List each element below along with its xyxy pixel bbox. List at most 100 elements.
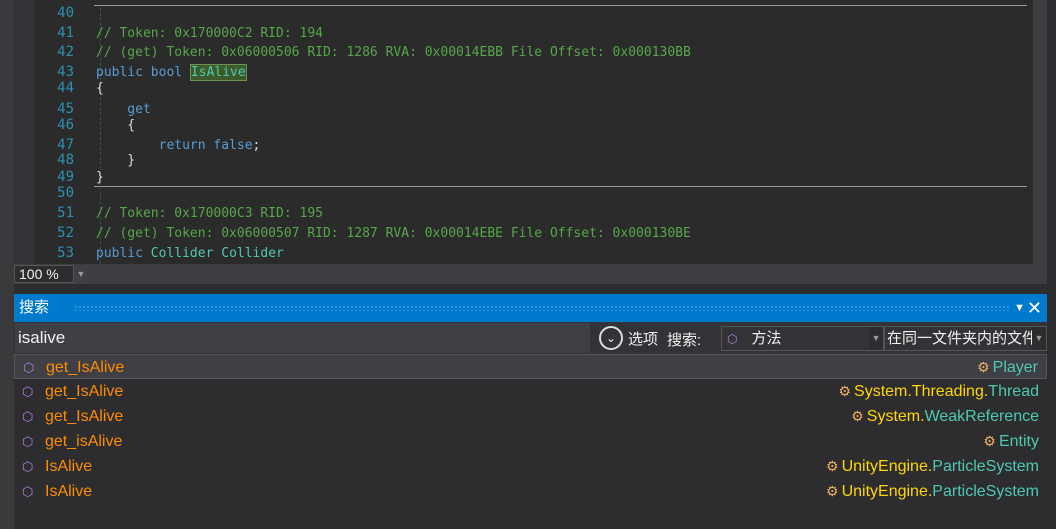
result-row[interactable]: ⬡ get_IsAlive ⚙ System.Threading.Thread	[14, 379, 1047, 404]
code-line: get	[96, 102, 151, 117]
result-row[interactable]: ⬡ IsAlive ⚙ UnityEngine.ParticleSystem	[14, 479, 1047, 504]
line-number: 41	[57, 25, 74, 41]
code-token: ;	[252, 138, 261, 153]
code-line: // Token: 0x170000C3 RID: 195	[96, 206, 323, 221]
search-scope-select[interactable]: 在同一文件夹内的文件 ▼	[884, 326, 1047, 351]
method-icon: ⬡	[22, 459, 34, 474]
code-token: // (get) Token: 0x06000506 RID: 1286 RVA…	[96, 45, 691, 60]
result-name: IsAlive	[45, 483, 93, 500]
class-icon: ⚙	[983, 433, 996, 449]
code-view[interactable]: 40 41 // Token: 0x170000C2 RID: 194 42 // (g…	[34, 0, 1047, 264]
result-namespace: UnityEngine.	[841, 483, 933, 500]
result-type: Entity	[998, 433, 1039, 450]
code-token: get	[96, 102, 151, 117]
code-token: // (get) Token: 0x06000507 RID: 1287 RVA…	[96, 226, 691, 241]
panel-menu-icon[interactable]: ▼	[1014, 294, 1025, 322]
line-number: 50	[57, 185, 74, 201]
result-type: Player	[992, 359, 1038, 376]
title-grip	[74, 305, 1009, 311]
code-line: {	[96, 118, 135, 133]
code-line: return false;	[96, 138, 261, 153]
result-name: get_isAlive	[45, 433, 123, 450]
code-token: }	[96, 153, 136, 168]
code-line: {	[96, 81, 104, 96]
method-icon: ⬡	[22, 409, 34, 424]
result-location: ⚙ Player	[977, 355, 1038, 380]
result-name: get_IsAlive	[45, 383, 124, 400]
result-location: ⚙ UnityEngine.ParticleSystem	[826, 479, 1039, 504]
method-icon: ⬡	[22, 434, 34, 449]
line-number: 45	[57, 101, 74, 117]
line-number: 51	[57, 205, 74, 221]
line-number: 52	[57, 225, 74, 241]
code-line: // (get) Token: 0x06000506 RID: 1286 RVA…	[96, 45, 691, 60]
code-token: }	[96, 170, 104, 185]
result-type: ParticleSystem	[932, 483, 1039, 500]
chevron-down-icon: ▼	[1032, 327, 1046, 350]
code-line: // (get) Token: 0x06000507 RID: 1287 RVA…	[96, 226, 691, 241]
chevron-down-icon: ⌄	[599, 326, 623, 350]
line-number: 46	[57, 117, 74, 133]
search-panel-title: 搜索 ▼ ✕	[14, 294, 1047, 322]
result-location: ⚙ UnityEngine.ParticleSystem	[826, 454, 1039, 479]
result-location: ⚙ System.Threading.Thread	[838, 379, 1039, 404]
line-number: 47	[57, 137, 74, 153]
line-number: 48	[57, 152, 74, 168]
line-number: 40	[57, 5, 74, 21]
code-token: {	[96, 81, 104, 96]
result-row[interactable]: ⬡ get_isAlive ⚙ Entity	[14, 429, 1047, 454]
result-row[interactable]: ⬡ IsAlive ⚙ UnityEngine.ParticleSystem	[14, 454, 1047, 479]
method-icon: ⬡	[22, 484, 34, 499]
result-location: ⚙ System.WeakReference	[851, 404, 1039, 429]
chevron-down-icon: ▼	[869, 327, 883, 350]
code-token: public bool	[96, 65, 190, 80]
line-number: 43	[57, 64, 74, 80]
method-icon: ⬡	[727, 332, 738, 346]
result-row[interactable]: ⬡ get_IsAlive ⚙ System.WeakReference	[14, 404, 1047, 429]
result-namespace: System.Threading.	[854, 383, 989, 400]
separator	[94, 5, 1027, 6]
result-name: get_IsAlive	[46, 359, 125, 376]
options-label: 选项	[628, 330, 659, 348]
method-icon: ⬡	[22, 384, 34, 399]
highlighted-identifier: IsAlive	[189, 64, 247, 81]
code-token: Collider Collider	[150, 246, 284, 261]
code-line: // Token: 0x170000C2 RID: 194	[96, 26, 323, 41]
code-line: }	[96, 153, 135, 168]
line-number: 42	[57, 44, 74, 60]
zoom-bar: 100 % ▼	[14, 264, 1047, 284]
line-number: 44	[57, 80, 74, 96]
options-button[interactable]: ⌄ 选项	[599, 326, 658, 350]
code-token: return false	[96, 138, 253, 153]
result-name: get_IsAlive	[45, 408, 124, 425]
line-number: 53	[57, 245, 74, 261]
code-token: public	[96, 246, 151, 261]
search-type-label: 搜索:	[667, 332, 702, 349]
close-icon[interactable]: ✕	[1027, 294, 1042, 322]
code-token: // Token: 0x170000C2 RID: 194	[96, 26, 323, 41]
class-icon: ⚙	[826, 458, 839, 474]
class-icon: ⚙	[826, 483, 839, 499]
search-kind-value: 方法	[751, 330, 782, 347]
result-type: WeakReference	[924, 408, 1039, 425]
class-icon: ⚙	[977, 359, 990, 375]
line-number: 49	[57, 169, 74, 185]
search-panel: 搜索 ▼ ✕ isalive ⌄ 选项 搜索: ⬡ 方法 ▼ 在同一文件夹内的文件…	[14, 294, 1047, 529]
search-kind-select[interactable]: ⬡ 方法 ▼	[721, 326, 884, 351]
result-type: Thread	[988, 383, 1039, 400]
result-row[interactable]: ⬡ get_IsAlive ⚙ Player	[14, 354, 1047, 379]
results-list: ⬡ get_IsAlive ⚙ Player ⬡ get_IsAlive ⚙ Syst…	[14, 354, 1047, 504]
result-location: ⚙ Entity	[983, 429, 1039, 454]
class-icon: ⚙	[838, 383, 852, 399]
search-input[interactable]: isalive	[14, 322, 591, 354]
code-line: public Collider Collider	[96, 246, 284, 261]
result-type: ParticleSystem	[932, 458, 1039, 475]
zoom-dropdown-icon[interactable]: ▼	[74, 265, 88, 283]
code-line: public bool IsAlive	[96, 64, 247, 81]
code-line: }	[96, 170, 104, 185]
zoom-level[interactable]: 100 %	[14, 265, 74, 283]
result-name: IsAlive	[45, 458, 93, 475]
gutter	[14, 0, 34, 264]
vertical-scrollbar[interactable]	[1033, 0, 1047, 264]
method-icon: ⬡	[23, 360, 35, 375]
